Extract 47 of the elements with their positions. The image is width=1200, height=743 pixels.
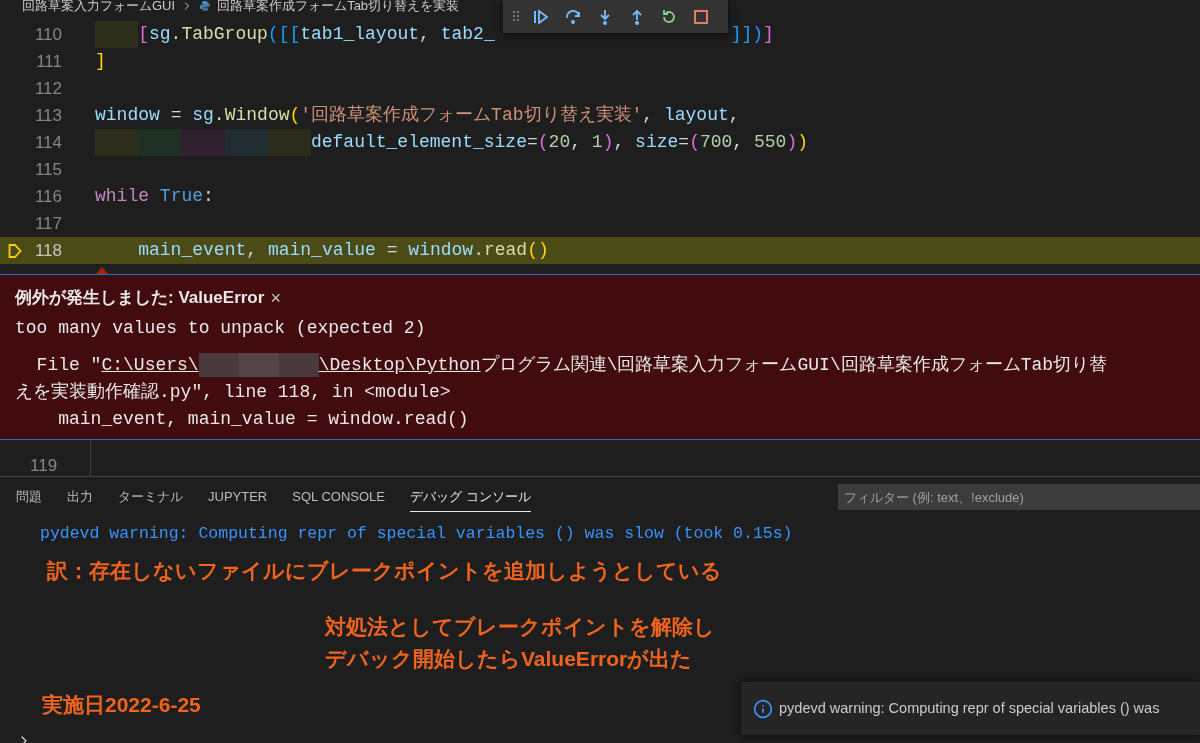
line-number: 116: [34, 185, 62, 208]
step-over-icon: [564, 7, 582, 26]
debug-pointer-icon: [8, 242, 22, 259]
close-button[interactable]: ×: [270, 288, 281, 307]
code-text: ]: [95, 50, 106, 73]
panel-tab[interactable]: 出力: [67, 481, 93, 513]
panel-tab[interactable]: デバッグ コンソール: [409, 481, 531, 513]
annotation-text: 対処法としてブレークポイントを解除し: [325, 613, 715, 640]
annotation-text: デバック開始したらValueErrorが出た: [325, 645, 693, 672]
info-icon: [753, 698, 773, 719]
annotation-text: 訳：存在しないファイルにブレークポイントを追加しようとしている: [47, 557, 722, 585]
code-text: [sg.TabGroup([[tab1_layout, tab2_ ]])]: [95, 21, 774, 48]
stop-icon: [692, 7, 710, 26]
traceback-text: えを実装動作確認.py", line 118, in <module>: [15, 380, 451, 404]
pointer-icon: [96, 267, 108, 274]
drag-handle-icon[interactable]: [511, 9, 521, 24]
python-file-icon: [199, 0, 212, 12]
traceback-text: main_event, main_value = window.read(): [57, 407, 469, 431]
panel-tab[interactable]: SQL CONSOLE: [292, 481, 385, 513]
annotation-text: 実施日2022-6-25: [42, 691, 201, 718]
panel-tab[interactable]: JUPYTER: [208, 481, 268, 513]
line-number: 110: [34, 23, 62, 46]
line-number: 119: [30, 456, 58, 476]
continue-icon: [532, 7, 550, 26]
restart-icon: [660, 7, 678, 26]
filter-field[interactable]: フィルター (例: text、!exclude): [838, 484, 1200, 510]
line-number: 115: [34, 158, 62, 181]
traceback-text: File ": [35, 353, 102, 377]
line-number: 114: [34, 131, 62, 154]
panel-tab[interactable]: ターミナル: [118, 481, 183, 513]
line-number: 112: [34, 77, 62, 100]
code-text: default_element_size=(20, 1), size=(700, 550)): [95, 129, 808, 156]
line-number: 118: [34, 239, 62, 262]
file-path-link[interactable]: C:\Users\: [101, 351, 199, 379]
code-text: main_event, main_value = window.read(): [137, 239, 549, 262]
traceback-text: プログラム関連\回路草案入力フォームGUI\回路草案作成フォームTab切り替: [480, 353, 1108, 377]
console-line: pydevd warning: Computing repr of special variables () was slow (took 0.15s): [40, 523, 793, 545]
panel-tab[interactable]: 問題: [16, 481, 42, 513]
notification-message: pydevd warning: Computing repr of special variables () was: [779, 698, 1160, 718]
exception-message: too many values to unpack (expected 2): [15, 316, 427, 340]
exception-title: 例外が発生しました: ValueError: [15, 287, 265, 309]
file-path-link[interactable]: \Desktop\Python: [318, 351, 481, 379]
line-number: 117: [34, 212, 62, 235]
line-number: 113: [34, 104, 62, 127]
code-text: while True:: [95, 185, 214, 208]
line-number: 111: [36, 50, 62, 73]
code-text: window = sg.Window('回路草案作成フォームTab切り替え実装', layout,: [95, 103, 740, 127]
